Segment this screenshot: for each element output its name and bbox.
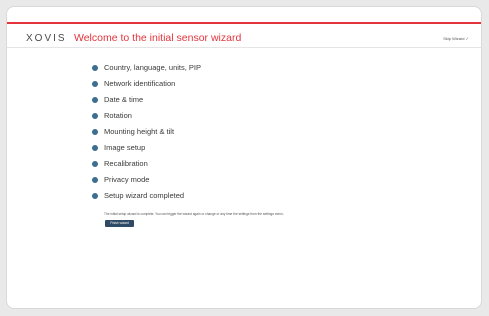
step-label: Recalibration [104,159,148,168]
wizard-window: XOVIS Welcome to the initial sensor wiza… [6,6,482,309]
completion-description: The initial setup wizard is complete. Yo… [104,212,284,216]
step-complete-icon [92,65,98,71]
step-complete-icon [92,161,98,167]
step-complete-icon [92,81,98,87]
step-complete-icon [92,129,98,135]
step-label: Network identification [104,79,176,88]
step-current-icon [92,193,98,199]
step-complete-icon [92,177,98,183]
step-label: Rotation [104,111,132,120]
wizard-header: XOVIS Welcome to the initial sensor wiza… [7,22,481,48]
step-label: Mounting height & tilt [104,127,175,136]
skip-wizard-link[interactable]: Skip Wizard ✓ [443,36,469,41]
step-label: Date & time [104,95,144,104]
finish-wizard-button[interactable]: Finish wizard [105,220,134,227]
step-label: Image setup [104,143,146,152]
step-label: Country, language, units, PIP [104,63,202,72]
step-label: Privacy mode [104,175,150,184]
xovis-logo: XOVIS [26,33,67,44]
step-label: Setup wizard completed [104,191,185,200]
page-title: Welcome to the initial sensor wizard [74,32,242,44]
step-complete-icon [92,145,98,151]
step-complete-icon [92,113,98,119]
step-complete-icon [92,97,98,103]
